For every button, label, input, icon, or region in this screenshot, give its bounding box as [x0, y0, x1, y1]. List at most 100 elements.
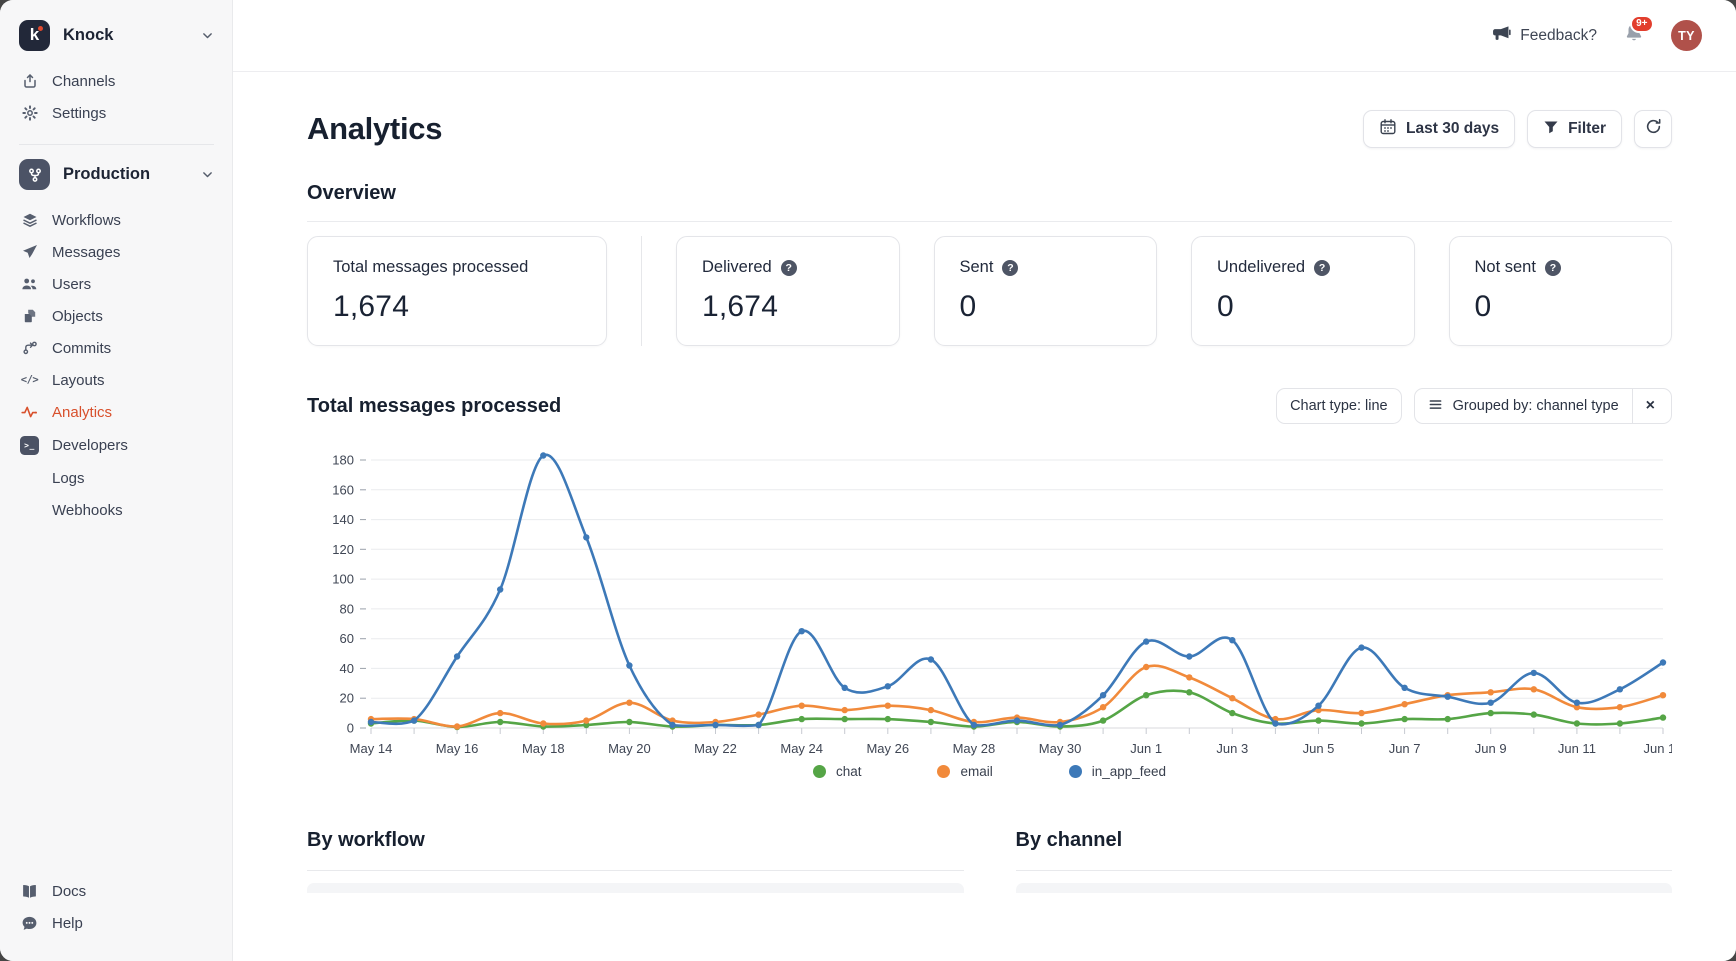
workspace-name: Knock: [63, 26, 188, 45]
stat-cards: Total messages processed 1,674 Delivered…: [307, 236, 1672, 346]
sidebar-item-users[interactable]: Users: [14, 268, 218, 300]
logo-dot: [38, 26, 43, 31]
svg-text:180: 180: [332, 453, 354, 468]
sidebar-item-analytics[interactable]: Analytics: [14, 396, 218, 428]
list-icon: [1428, 397, 1443, 416]
sidebar-item-developers[interactable]: >_ Developers: [14, 428, 218, 462]
overview-heading: Overview: [307, 182, 1672, 205]
table-header-stub: [307, 883, 964, 893]
app-window: k Knock Channels Settings: [0, 0, 1736, 961]
main-area: Feedback? 9+ TY Analytics Last 30 da: [233, 0, 1736, 961]
chevron-down-icon: [201, 168, 214, 181]
legend-swatch: [813, 765, 826, 778]
sidebar-item-logs[interactable]: Logs: [14, 462, 218, 494]
svg-text:May 24: May 24: [780, 741, 823, 756]
legend-item-email[interactable]: email: [937, 764, 992, 779]
svg-text:May 22: May 22: [694, 741, 737, 756]
svg-text:Jun 5: Jun 5: [1303, 741, 1335, 756]
environment-switcher[interactable]: Production: [14, 159, 218, 190]
chart-legend: chat email in_app_feed: [307, 764, 1672, 779]
svg-text:May 14: May 14: [350, 741, 393, 756]
stat-value: 1,674: [702, 290, 874, 324]
sidebar-item-messages[interactable]: Messages: [14, 236, 218, 268]
svg-text:May 20: May 20: [608, 741, 651, 756]
section-rule: [307, 870, 964, 871]
notifications-button[interactable]: 9+: [1623, 22, 1645, 49]
filter-button[interactable]: Filter: [1527, 110, 1622, 148]
svg-text:May 28: May 28: [953, 741, 996, 756]
table-header-stub: [1016, 883, 1673, 893]
environment-nav: Workflows Messages Users Objects: [14, 204, 218, 526]
help-icon[interactable]: ?: [1002, 260, 1018, 276]
svg-text:May 26: May 26: [866, 741, 909, 756]
terminal-icon: >_: [20, 436, 39, 455]
gear-icon: [20, 105, 39, 121]
svg-text:May 16: May 16: [436, 741, 479, 756]
cube-icon: [20, 308, 39, 324]
chart-section-heading: Total messages processed: [307, 395, 561, 418]
by-channel-section: By channel: [1016, 829, 1673, 893]
legend-item-chat[interactable]: chat: [813, 764, 862, 779]
avatar[interactable]: TY: [1671, 20, 1702, 51]
legend-swatch: [1069, 765, 1082, 778]
stat-value: 0: [960, 290, 1132, 324]
feedback-button[interactable]: Feedback?: [1492, 24, 1597, 48]
svg-text:May 18: May 18: [522, 741, 565, 756]
git-branch-icon: [20, 340, 39, 356]
svg-text:160: 160: [332, 482, 354, 497]
funnel-icon: [1543, 119, 1559, 140]
breakdown-sections: By workflow By channel: [307, 829, 1672, 893]
stat-card-sent: Sent ? 0: [934, 236, 1158, 346]
svg-text:140: 140: [332, 512, 354, 527]
environment-name: Production: [63, 165, 188, 184]
svg-text:0: 0: [347, 721, 354, 736]
help-icon[interactable]: ?: [781, 260, 797, 276]
svg-text:100: 100: [332, 572, 354, 587]
grouped-by-pill[interactable]: Grouped by: channel type ×: [1414, 388, 1672, 424]
page-title: Analytics: [307, 111, 442, 147]
page-toolbar: Last 30 days Filter: [1363, 110, 1672, 148]
close-icon[interactable]: ×: [1643, 398, 1658, 414]
activity-pulse-icon: [20, 404, 39, 420]
megaphone-icon: [1492, 24, 1511, 48]
sidebar-item-layouts[interactable]: </> Layouts: [14, 364, 218, 396]
svg-text:80: 80: [340, 601, 354, 616]
cards-divider: [641, 236, 642, 346]
sidebar-divider: [19, 144, 214, 145]
svg-text:60: 60: [340, 631, 354, 646]
code-icon: </>: [20, 374, 39, 386]
stat-card-undelivered: Undelivered ? 0: [1191, 236, 1415, 346]
sidebar-item-objects[interactable]: Objects: [14, 300, 218, 332]
sidebar-item-docs[interactable]: Docs: [14, 875, 218, 907]
chat-bubble-icon: [20, 915, 39, 932]
section-rule: [1016, 870, 1673, 871]
sidebar-item-commits[interactable]: Commits: [14, 332, 218, 364]
legend-label: email: [960, 764, 992, 779]
by-channel-heading: By channel: [1016, 829, 1673, 852]
help-icon[interactable]: ?: [1314, 260, 1330, 276]
chart-type-pill[interactable]: Chart type: line: [1276, 388, 1402, 424]
stat-card-total: Total messages processed 1,674: [307, 236, 607, 346]
sidebar-item-channels[interactable]: Channels: [14, 65, 218, 97]
legend-swatch: [937, 765, 950, 778]
knock-logo: k: [19, 20, 50, 51]
sidebar-item-workflows[interactable]: Workflows: [14, 204, 218, 236]
refresh-icon: [1645, 118, 1662, 140]
help-icon[interactable]: ?: [1545, 260, 1561, 276]
sidebar-item-help[interactable]: Help: [14, 907, 218, 939]
book-icon: [20, 883, 39, 900]
stat-value: 1,674: [333, 290, 581, 324]
refresh-button[interactable]: [1634, 110, 1672, 148]
notification-badge: 9+: [1630, 15, 1654, 33]
legend-item-in_app_feed[interactable]: in_app_feed: [1069, 764, 1166, 779]
svg-text:Jun 13: Jun 13: [1643, 741, 1672, 756]
sidebar-footer: Docs Help: [14, 875, 218, 939]
sidebar-item-webhooks[interactable]: Webhooks: [14, 494, 218, 526]
chart-controls: Chart type: line Grouped by: channel typ…: [1276, 388, 1672, 424]
date-range-button[interactable]: Last 30 days: [1363, 110, 1515, 148]
svg-text:Jun 7: Jun 7: [1389, 741, 1421, 756]
production-env-icon: [19, 159, 50, 190]
sidebar-item-settings[interactable]: Settings: [14, 97, 218, 129]
workspace-switcher[interactable]: k Knock: [14, 20, 218, 51]
svg-text:Jun 1: Jun 1: [1130, 741, 1162, 756]
